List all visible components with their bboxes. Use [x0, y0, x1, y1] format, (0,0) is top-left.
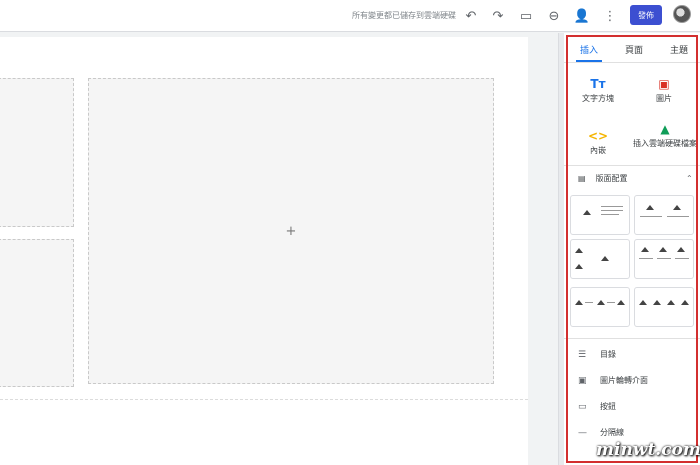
layout-option-4[interactable]: [634, 239, 694, 279]
drive-label: 插入雲端硬碟檔案: [633, 139, 697, 148]
text-line: [675, 258, 689, 259]
image-placeholder-icon: [597, 300, 605, 305]
button-icon: ▭: [578, 401, 587, 412]
embed-label: 內嵌: [590, 146, 606, 155]
layout-option-6[interactable]: [634, 287, 694, 327]
image-placeholder-icon: [583, 210, 591, 215]
text-line: [639, 258, 653, 259]
carousel-icon: ▣: [578, 375, 587, 386]
text-line: [640, 216, 662, 217]
page-canvas: +: [0, 37, 528, 465]
save-status: 所有變更都已儲存到雲端硬碟: [352, 11, 456, 20]
image-placeholder-icon: [617, 300, 625, 305]
insert-image[interactable]: ▣ 圖片: [634, 75, 694, 104]
component-carousel[interactable]: ▣ 圖片輪轉介面: [578, 375, 648, 386]
component-divider[interactable]: — 分隔線: [578, 427, 624, 438]
tab-themes[interactable]: 主題: [670, 43, 688, 56]
link-icon[interactable]: ⊖: [544, 6, 564, 26]
avatar[interactable]: [673, 5, 691, 23]
image-icon: ▣: [658, 77, 670, 91]
placeholder-box[interactable]: [0, 239, 74, 387]
text-line: [667, 216, 689, 217]
text-line: [601, 206, 623, 207]
add-content-icon[interactable]: +: [286, 224, 297, 239]
tab-indicator: [576, 60, 602, 62]
layout-option-3[interactable]: [570, 239, 630, 279]
layout-option-5[interactable]: [570, 287, 630, 327]
watermark: minwt.com: [596, 440, 700, 460]
carousel-label: 圖片輪轉介面: [600, 376, 648, 385]
insert-drive[interactable]: ▲ 插入雲端硬碟檔案: [632, 120, 698, 149]
image-placeholder-icon: [601, 256, 609, 261]
undo-icon[interactable]: ↶: [461, 6, 481, 26]
image-label: 圖片: [656, 94, 672, 103]
more-icon[interactable]: ⋮: [600, 6, 620, 26]
textbox-icon: Tт: [590, 77, 606, 91]
collapse-icon[interactable]: ⌃: [686, 174, 693, 183]
canvas-area: +: [0, 33, 560, 465]
image-placeholder-icon: [575, 300, 583, 305]
image-placeholder-icon: [575, 264, 583, 269]
image-placeholder-icon: [673, 205, 681, 210]
image-placeholder-icon: [641, 247, 649, 252]
redo-icon[interactable]: ↷: [488, 6, 508, 26]
insert-embed[interactable]: <> 內嵌: [568, 127, 628, 156]
placeholder-box[interactable]: [0, 78, 74, 227]
textbox-label: 文字方塊: [582, 94, 614, 103]
layout-icon: ▤: [578, 174, 586, 183]
embed-icon: <>: [587, 129, 609, 143]
image-placeholder-icon: [659, 247, 667, 252]
divider: [564, 338, 700, 339]
divider: [564, 165, 700, 166]
layout-option-2[interactable]: [634, 195, 694, 235]
text-line: [607, 302, 615, 303]
toc-icon: ☰: [578, 349, 587, 360]
section-divider: [0, 399, 528, 400]
text-line: [657, 258, 671, 259]
text-line: [601, 210, 623, 211]
preview-icon[interactable]: ▭: [516, 6, 536, 26]
layouts-header[interactable]: ▤ 版面配置: [578, 173, 628, 184]
component-toc[interactable]: ☰ 目錄: [578, 349, 616, 360]
placeholder-box-main[interactable]: +: [88, 78, 494, 384]
image-placeholder-icon: [667, 300, 675, 305]
top-bar: 所有變更都已儲存到雲端硬碟 ↶ ↷ ▭ ⊖ 👤 ⋮ 發佈: [0, 0, 700, 32]
share-icon[interactable]: 👤: [572, 6, 592, 26]
image-placeholder-icon: [653, 300, 661, 305]
button-label: 按鈕: [600, 402, 616, 411]
text-line: [601, 214, 619, 215]
image-placeholder-icon: [677, 247, 685, 252]
image-placeholder-icon: [681, 300, 689, 305]
layout-option-1[interactable]: [570, 195, 630, 235]
image-placeholder-icon: [646, 205, 654, 210]
toc-label: 目錄: [600, 350, 616, 359]
panel-tabs: 插入 頁面 主題: [564, 33, 700, 63]
tab-pages[interactable]: 頁面: [625, 43, 643, 56]
divider-label: 分隔線: [600, 428, 624, 437]
text-line: [585, 302, 593, 303]
tab-insert[interactable]: 插入: [580, 43, 598, 56]
image-placeholder-icon: [639, 300, 647, 305]
publish-button[interactable]: 發佈: [630, 5, 662, 25]
insert-panel: 插入 頁面 主題 Tт 文字方塊 ▣ 圖片 <> 內嵌 ▲ 插入雲端硬碟檔案 ▤…: [564, 33, 700, 465]
component-button[interactable]: ▭ 按鈕: [578, 401, 616, 412]
image-placeholder-icon: [575, 248, 583, 253]
insert-textbox[interactable]: Tт 文字方塊: [568, 75, 628, 104]
drive-icon: ▲: [660, 122, 670, 136]
divider-icon: —: [578, 427, 587, 438]
layouts-label: 版面配置: [595, 174, 628, 183]
